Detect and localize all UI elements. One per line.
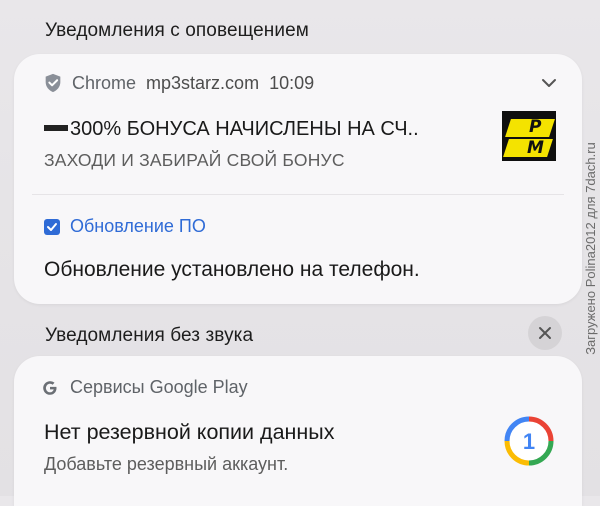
backup-icon: 1 xyxy=(504,416,554,466)
notification-site: mp3starz.com xyxy=(146,72,260,93)
checkbox-icon xyxy=(44,218,60,235)
divider xyxy=(32,194,564,195)
notification-card-silent[interactable]: Сервисы Google Play Нет резервной копии … xyxy=(14,356,582,506)
watermark: Загружено Polina2012 для 7dach.ru xyxy=(582,141,598,355)
backup-icon-digit: 1 xyxy=(523,429,535,454)
chrome-notification-header: Chrome mp3starz.com 10:09 xyxy=(42,72,314,94)
close-icon xyxy=(539,327,551,339)
google-play-app-name: Сервисы Google Play xyxy=(70,377,248,397)
pm-logo-image: P M xyxy=(502,111,556,161)
section-title-silent: Уведомления без звука xyxy=(45,325,254,346)
google-play-header: Сервисы Google Play xyxy=(42,377,248,398)
dash-mark xyxy=(44,124,68,131)
notification-card-alerting[interactable]: Chrome mp3starz.com 10:09 300% БОНУСА НА… xyxy=(14,54,582,304)
system-update-message: Обновление установлено на телефон. xyxy=(44,258,420,281)
notification-subtitle: ЗАХОДИ И ЗАБИРАЙ СВОЙ БОНУС xyxy=(44,150,345,170)
notification-app-name: Chrome xyxy=(72,72,137,93)
notification-title: 300% БОНУСА НАЧИСЛЕНЫ НА СЧ.. xyxy=(44,118,419,141)
google-g-icon xyxy=(43,380,57,395)
chevron-down-icon[interactable] xyxy=(540,76,558,90)
shield-icon xyxy=(45,73,61,93)
google-play-title: Нет резервной копии данных xyxy=(44,420,335,444)
google-play-subtitle: Добавьте резервный аккаунт. xyxy=(44,454,289,474)
system-update-header: Обновление ПО xyxy=(44,216,206,237)
clear-silent-button[interactable] xyxy=(528,316,562,350)
notification-time: 10:09 xyxy=(269,72,315,93)
section-title-alerting: Уведомления с оповещением xyxy=(45,20,309,41)
system-update-app-name: Обновление ПО xyxy=(70,216,206,236)
